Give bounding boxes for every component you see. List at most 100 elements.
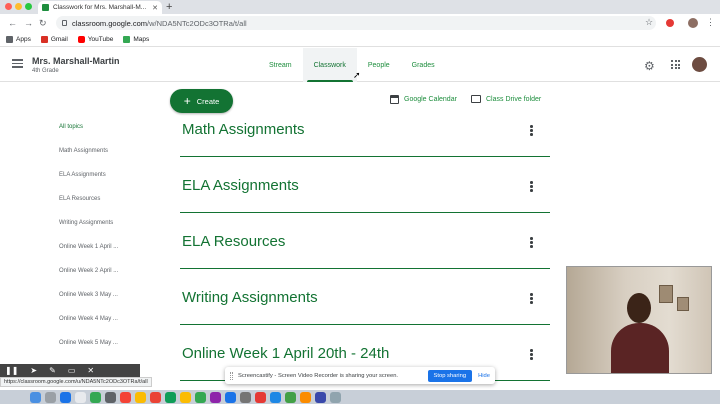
forward-arrow-icon[interactable]: → — [24, 17, 33, 29]
reminders-icon[interactable] — [150, 391, 161, 403]
hide-button[interactable]: Hide — [478, 373, 490, 379]
new-tab-icon[interactable]: + — [166, 0, 172, 14]
bookmark-maps[interactable]: Maps — [123, 35, 150, 43]
avatar[interactable] — [692, 57, 707, 72]
more-options-icon[interactable] — [530, 349, 534, 361]
messages-icon[interactable] — [195, 391, 206, 403]
browser-toolbar: ← → ↻ classroom.google.com/w/NDA5NTc2ODc… — [0, 14, 720, 32]
minimize-window-icon[interactable] — [15, 3, 22, 10]
pen-tool-icon[interactable]: ✎ — [49, 366, 56, 375]
tab-people[interactable]: People — [357, 48, 401, 82]
bookmark-label: YouTube — [87, 35, 114, 43]
topic-item[interactable]: ELA Assignments — [59, 172, 106, 178]
screen-sharing-bar: Screencastify - Screen Video Recorder is… — [225, 367, 495, 384]
facetime-icon[interactable] — [90, 391, 101, 403]
more-options-icon[interactable] — [530, 237, 534, 249]
drag-handle-icon[interactable] — [230, 371, 233, 380]
address-bar[interactable]: classroom.google.com/w/NDA5NTc2ODc3OTRa/… — [56, 16, 656, 30]
bookmark-label: Maps — [133, 35, 150, 43]
photos-icon[interactable] — [180, 391, 191, 403]
close-recorder-icon[interactable]: ✕ — [87, 366, 94, 375]
topic-item[interactable]: Writing Assignments — [59, 220, 113, 226]
class-drive-folder-link[interactable]: Class Drive folder — [471, 95, 541, 103]
section-title[interactable]: ELA Assignments — [182, 177, 299, 194]
reload-icon[interactable]: ↻ — [39, 17, 47, 29]
browser-tab-strip: Classwork for Mrs. Marshall-M... ✕ + — [0, 0, 720, 14]
section-title[interactable]: Writing Assignments — [182, 289, 318, 306]
more-options-icon[interactable] — [530, 293, 534, 305]
pointer-tool-icon[interactable]: ➤ — [30, 366, 37, 375]
topic-item[interactable]: ELA Resources — [59, 196, 100, 202]
finder-icon[interactable] — [30, 391, 41, 403]
close-tab-icon[interactable]: ✕ — [152, 4, 158, 12]
back-arrow-icon[interactable]: ← — [8, 17, 17, 29]
safari-icon[interactable] — [60, 391, 71, 403]
topic-item[interactable]: Online Week 3 May ... — [59, 292, 118, 298]
bookmark-youtube[interactable]: YouTube — [77, 35, 114, 43]
section-title[interactable]: Math Assignments — [182, 121, 305, 138]
zoom-icon[interactable] — [270, 391, 281, 403]
word-icon[interactable] — [315, 391, 326, 403]
trash-icon[interactable] — [330, 391, 341, 403]
webcam-overlay — [566, 266, 712, 374]
wall-picture-frame — [659, 285, 673, 303]
maps-app-icon[interactable] — [165, 391, 176, 403]
apps-grid-icon — [6, 35, 13, 43]
mail-icon[interactable] — [75, 391, 86, 403]
sheets-icon[interactable] — [285, 391, 296, 403]
eraser-icon[interactable]: ▭ — [68, 366, 76, 375]
gmail-icon — [40, 35, 48, 43]
pause-icon[interactable]: ❚❚ — [5, 366, 18, 375]
more-options-icon[interactable] — [530, 125, 534, 137]
url-path: /w/NDA5NTc2ODc3OTRa/t/all — [147, 18, 247, 28]
app-store-icon[interactable] — [225, 391, 236, 403]
launchpad-icon[interactable] — [45, 391, 56, 403]
section-title[interactable]: Online Week 1 April 20th - 24th — [182, 345, 389, 362]
plus-icon: + — [183, 94, 191, 108]
tab-classwork[interactable]: Classwork — [302, 48, 357, 82]
topic-item[interactable]: Online Week 2 April ... — [59, 268, 118, 274]
close-window-icon[interactable] — [5, 3, 12, 10]
bookmark-gmail[interactable]: Gmail — [40, 35, 68, 43]
topic-item[interactable]: All topics — [59, 124, 83, 130]
slides-icon[interactable] — [300, 391, 311, 403]
main-menu-icon[interactable] — [12, 59, 23, 68]
google-calendar-link[interactable]: Google Calendar — [390, 95, 457, 104]
class-name[interactable]: Mrs. Marshall-Martin — [32, 56, 120, 66]
google-apps-icon[interactable] — [671, 60, 680, 69]
class-nav-tabs: Stream Classwork People Grades — [258, 48, 446, 82]
calendar-icon — [390, 95, 399, 104]
maximize-window-icon[interactable] — [25, 3, 32, 10]
calendar-app-icon[interactable] — [120, 391, 131, 403]
bookmark-star-icon[interactable]: ☆ — [645, 17, 653, 28]
topic-item[interactable]: Math Assignments — [59, 148, 108, 154]
contacts-icon[interactable] — [105, 391, 116, 403]
create-button[interactable]: + Create — [170, 89, 233, 113]
browser-tab[interactable]: Classwork for Mrs. Marshall-M... ✕ — [38, 1, 162, 14]
dock — [0, 390, 720, 404]
section-title[interactable]: ELA Resources — [182, 233, 285, 250]
topic-section: ELA Resources — [180, 233, 550, 269]
bookmark-label: Apps — [16, 35, 31, 43]
tab-stream[interactable]: Stream — [258, 48, 303, 82]
topic-item[interactable]: Online Week 5 May ... — [59, 340, 118, 346]
topic-item[interactable]: Online Week 4 May ... — [59, 316, 118, 322]
browser-menu-icon[interactable]: ⋮ — [706, 17, 715, 28]
topic-item[interactable]: Online Week 1 April ... — [59, 244, 118, 250]
profile-avatar-icon[interactable] — [688, 18, 698, 28]
bookmark-apps[interactable]: Apps — [6, 35, 31, 43]
tab-grades[interactable]: Grades — [401, 48, 446, 82]
notes-icon[interactable] — [135, 391, 146, 403]
topic-section: ELA Assignments — [180, 177, 550, 213]
gear-icon[interactable]: ⚙ — [644, 59, 655, 73]
system-preferences-icon[interactable] — [240, 391, 251, 403]
class-section: 4th Grade — [32, 68, 59, 74]
music-icon[interactable] — [210, 391, 221, 403]
stop-sharing-button[interactable]: Stop sharing — [427, 369, 473, 382]
create-label: Create — [196, 96, 220, 106]
presenter-body — [611, 323, 669, 373]
more-options-icon[interactable] — [530, 181, 534, 193]
google-calendar-label: Google Calendar — [404, 96, 457, 103]
screencastify-extension-icon[interactable] — [666, 19, 674, 27]
chrome-icon[interactable] — [255, 391, 266, 403]
